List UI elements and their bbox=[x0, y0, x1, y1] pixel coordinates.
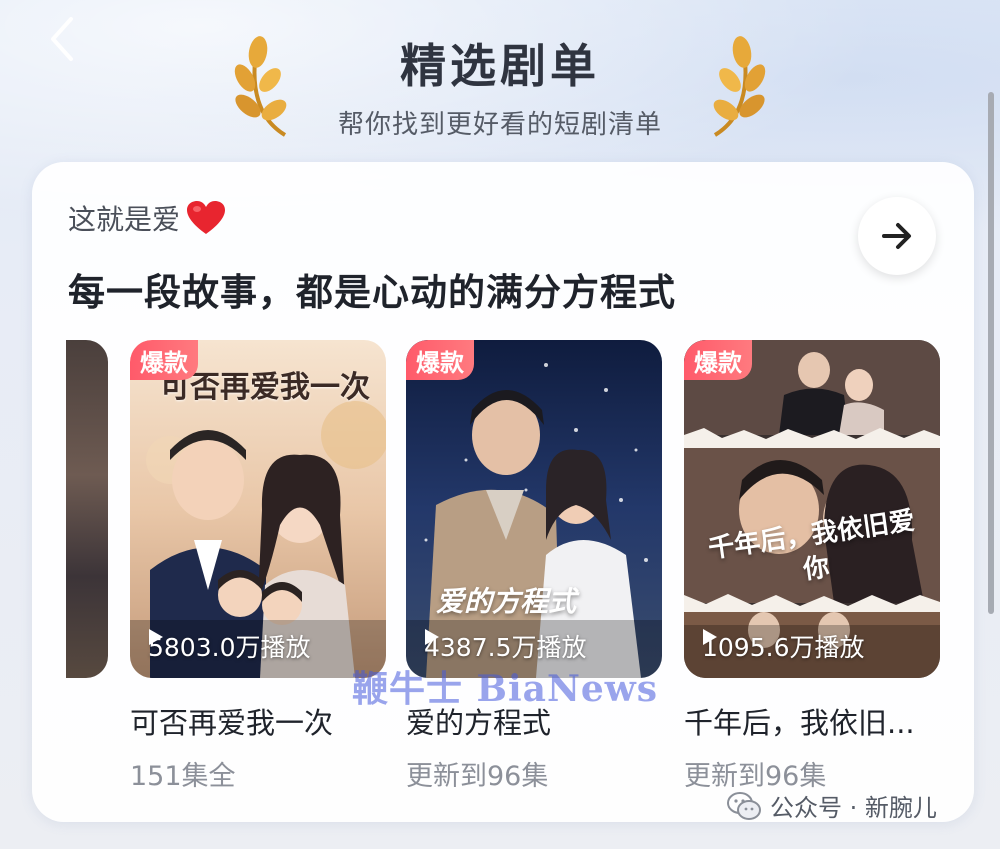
page-title: 精选剧单 bbox=[400, 39, 600, 93]
hot-badge: 爆款 bbox=[684, 340, 752, 380]
drama-list-card: 这就是爱 每一段故事，都是心动的满分方程式 可否再爱我一次 爆款 5803.0万… bbox=[32, 162, 974, 822]
wechat-credit-text: 公众号 · 新腕儿 bbox=[770, 794, 937, 822]
arrow-right-icon bbox=[882, 223, 911, 249]
drama-title[interactable]: 可否再爱我一次 bbox=[130, 700, 386, 742]
wechat-credit: 公众号 · 新腕儿 bbox=[726, 788, 937, 823]
play-count-value: 4387.5万播放 bbox=[424, 633, 587, 662]
play-count-value: 1095.6万播放 bbox=[702, 633, 865, 662]
drama-item[interactable]: 千年后，我依旧爱你 爆款 1095.6万播放 千年后，我依旧... 更新到96集 bbox=[684, 340, 940, 793]
play-icon bbox=[703, 629, 717, 645]
page-subtitle: 帮你找到更好看的短剧清单 bbox=[337, 110, 662, 140]
wechat-icon bbox=[727, 791, 761, 820]
previous-drama-poster[interactable] bbox=[66, 340, 108, 678]
list-tag-label: 这就是爱 bbox=[68, 203, 181, 236]
view-more-button[interactable] bbox=[858, 197, 936, 275]
play-icon bbox=[425, 629, 439, 645]
episode-status: 更新到96集 bbox=[406, 761, 549, 792]
list-heading: 每一段故事，都是心动的满分方程式 bbox=[68, 271, 676, 314]
drama-poster[interactable]: 可否再爱我一次 爆款 5803.0万播放 bbox=[130, 340, 386, 678]
hot-badge: 爆款 bbox=[130, 340, 198, 380]
episode-status: 151集全 bbox=[130, 761, 236, 792]
drama-poster[interactable]: 爱的方程式 爆款 4387.5万播放 bbox=[406, 340, 662, 678]
play-icon bbox=[149, 629, 163, 645]
drama-item[interactable]: 可否再爱我一次 爆款 5803.0万播放 可否再爱我一次 151集全 bbox=[130, 340, 386, 793]
play-count: 1095.6万播放 bbox=[702, 628, 864, 664]
poster-title: 爱的方程式 bbox=[436, 585, 577, 618]
heart-icon bbox=[187, 201, 226, 234]
list-tag: 这就是爱 bbox=[68, 198, 226, 238]
drama-title[interactable]: 千年后，我依旧... bbox=[684, 700, 940, 742]
play-count: 5803.0万播放 bbox=[148, 628, 310, 664]
scrollbar[interactable] bbox=[988, 92, 994, 614]
drama-poster[interactable]: 千年后，我依旧爱你 爆款 1095.6万播放 bbox=[684, 340, 940, 678]
watermark: 鞭牛士 BiaNews bbox=[352, 668, 659, 710]
play-count-value: 5803.0万播放 bbox=[148, 633, 311, 662]
drama-item[interactable]: 爱的方程式 爆款 4387.5万播放 爱的方程式 更新到96集 bbox=[406, 340, 662, 793]
hot-badge: 爆款 bbox=[406, 340, 474, 380]
play-count: 4387.5万播放 bbox=[424, 628, 586, 664]
